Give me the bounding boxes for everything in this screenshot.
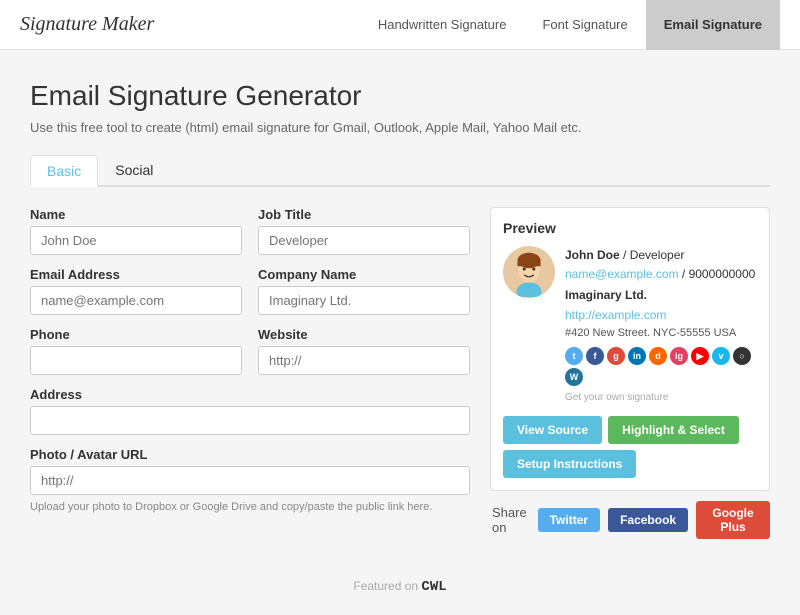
- preview-box: Preview: [490, 207, 770, 491]
- preview-separator: /: [623, 248, 630, 262]
- website-label: Website: [258, 327, 470, 342]
- preview-fullname: John Doe: [565, 248, 620, 262]
- social-icon-linkedin[interactable]: in: [628, 347, 646, 365]
- jobtitle-input[interactable]: [258, 226, 470, 255]
- main-nav: Handwritten Signature Font Signature Ema…: [360, 0, 780, 50]
- email-label: Email Address: [30, 267, 242, 282]
- email-input[interactable]: [30, 286, 242, 315]
- share-facebook-button[interactable]: Facebook: [608, 508, 688, 532]
- preview-social-icons: t f g in d ig ▶ v ○ W: [565, 347, 757, 386]
- company-input[interactable]: [258, 286, 470, 315]
- view-source-button[interactable]: View Source: [503, 416, 602, 444]
- field-photo: Photo / Avatar URL Upload your photo to …: [30, 447, 470, 513]
- name-label: Name: [30, 207, 242, 222]
- social-icon-dribbble[interactable]: d: [649, 347, 667, 365]
- social-icon-google[interactable]: g: [607, 347, 625, 365]
- share-twitter-button[interactable]: Twitter: [538, 508, 600, 532]
- form-section: Name Job Title Email Address Company Nam…: [30, 207, 470, 539]
- website-input[interactable]: [258, 346, 470, 375]
- social-icon-twitter[interactable]: t: [565, 347, 583, 365]
- preview-watermark: Get your own signature: [565, 390, 757, 406]
- field-name: Name: [30, 207, 242, 255]
- field-jobtitle: Job Title: [258, 207, 470, 255]
- preview-phone-sep: /: [682, 267, 689, 281]
- share-label: Share on: [492, 505, 530, 535]
- company-label: Company Name: [258, 267, 470, 282]
- highlight-select-button[interactable]: Highlight & Select: [608, 416, 739, 444]
- preview-info: John Doe / Developer name@example.com / …: [565, 246, 757, 406]
- social-icon-vimeo[interactable]: v: [712, 347, 730, 365]
- social-icon-wordpress[interactable]: W: [565, 368, 583, 386]
- photo-input[interactable]: [30, 466, 470, 495]
- share-section: Share on Twitter Facebook Google Plus: [490, 501, 770, 539]
- tabs: Basic Social: [30, 155, 770, 187]
- preview-avatar: [503, 246, 555, 298]
- social-icon-youtube[interactable]: ▶: [691, 347, 709, 365]
- nav-handwritten[interactable]: Handwritten Signature: [360, 0, 525, 50]
- field-phone: Phone: [30, 327, 242, 375]
- setup-instructions-button[interactable]: Setup Instructions: [503, 450, 636, 478]
- footer: Featured on CWL: [0, 559, 800, 615]
- address-label: Address: [30, 387, 470, 402]
- avatar-svg: [504, 247, 554, 297]
- preview-section: Preview: [490, 207, 770, 539]
- page-subtitle: Use this free tool to create (html) emai…: [30, 120, 770, 135]
- form-grid: Name Job Title Email Address Company Nam…: [30, 207, 470, 513]
- photo-label: Photo / Avatar URL: [30, 447, 470, 462]
- preview-buttons: View Source Highlight & Select Setup Ins…: [503, 416, 757, 478]
- preview-address: #420 New Street. NYC-55555 USA: [565, 325, 757, 343]
- preview-title: Preview: [503, 220, 757, 236]
- social-icon-facebook[interactable]: f: [586, 347, 604, 365]
- preview-content: John Doe / Developer name@example.com / …: [503, 246, 757, 406]
- tab-social[interactable]: Social: [98, 155, 170, 185]
- field-company: Company Name: [258, 267, 470, 315]
- footer-brand: CWL: [421, 579, 446, 595]
- jobtitle-label: Job Title: [258, 207, 470, 222]
- field-address: Address: [30, 387, 470, 435]
- preview-website-link[interactable]: http://example.com: [565, 308, 666, 322]
- social-icon-github[interactable]: ○: [733, 347, 751, 365]
- header: Signature Maker Handwritten Signature Fo…: [0, 0, 800, 50]
- phone-input[interactable]: [30, 346, 242, 375]
- tab-basic[interactable]: Basic: [30, 155, 98, 187]
- field-email: Email Address: [30, 267, 242, 315]
- logo: Signature Maker: [20, 13, 154, 36]
- preview-phone: 9000000000: [689, 267, 756, 281]
- page-title: Email Signature Generator: [30, 80, 770, 112]
- address-input[interactable]: [30, 406, 470, 435]
- preview-company: Imaginary Ltd.: [565, 286, 757, 305]
- field-website: Website: [258, 327, 470, 375]
- preview-email-link[interactable]: name@example.com: [565, 267, 679, 281]
- preview-jobtitle: Developer: [630, 248, 685, 262]
- photo-hint: Upload your photo to Dropbox or Google D…: [30, 501, 470, 513]
- social-icon-instagram[interactable]: ig: [670, 347, 688, 365]
- share-google-button[interactable]: Google Plus: [696, 501, 770, 539]
- content-row: Name Job Title Email Address Company Nam…: [30, 207, 770, 539]
- footer-text: Featured on: [353, 579, 418, 593]
- nav-font[interactable]: Font Signature: [524, 0, 645, 50]
- nav-email[interactable]: Email Signature: [646, 0, 780, 50]
- name-input[interactable]: [30, 226, 242, 255]
- phone-label: Phone: [30, 327, 242, 342]
- main-content: Email Signature Generator Use this free …: [0, 50, 800, 559]
